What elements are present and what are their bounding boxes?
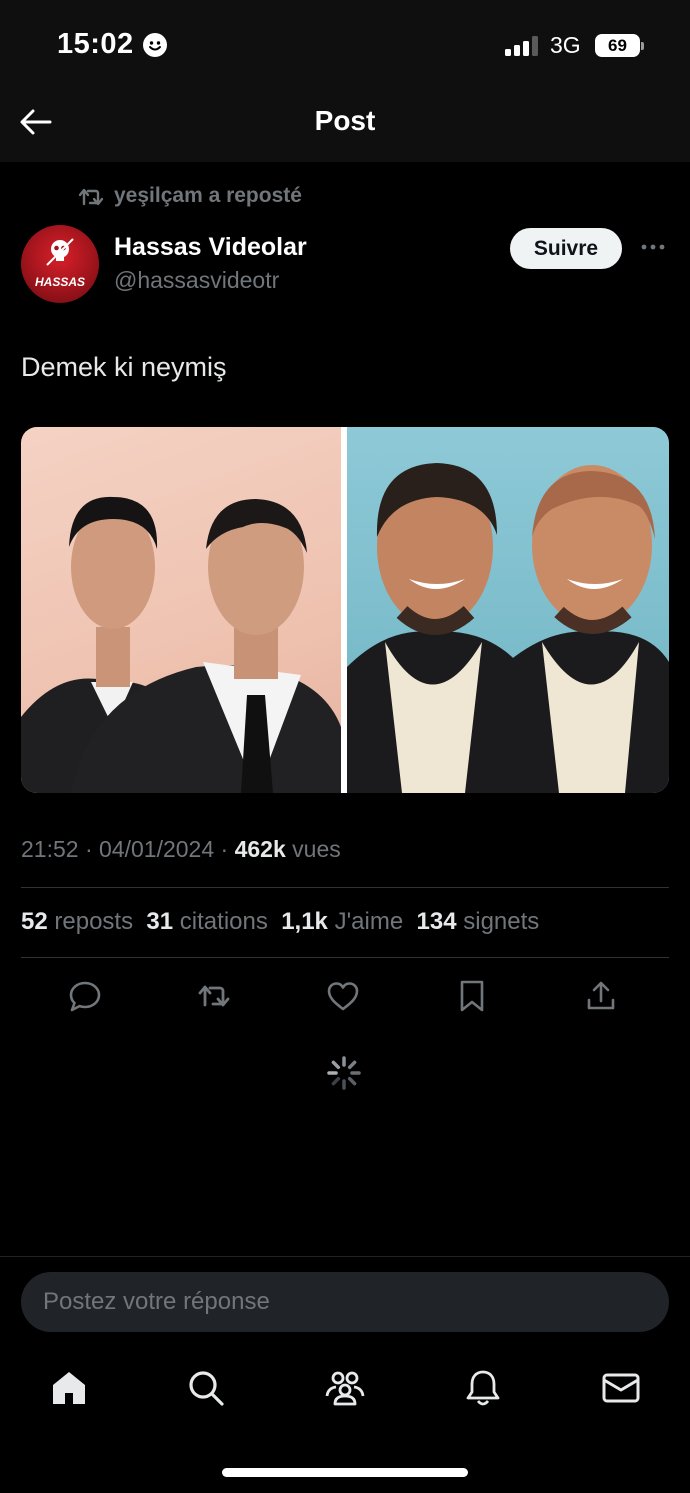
post-date: 04/01/2024 [99,836,215,862]
signal-icon [505,36,538,56]
bookmarks-label: signets [463,908,540,935]
bookmark-icon[interactable] [454,978,490,1014]
smile-icon [143,33,167,57]
mail-icon[interactable] [601,1368,641,1408]
likes-count: 1,1k [281,908,328,935]
bookmarks-stat[interactable]: 134 signets [417,908,540,935]
skull-logo-icon [46,238,74,266]
search-icon[interactable] [186,1368,226,1408]
reply-input[interactable] [21,1272,669,1332]
reply-icon[interactable] [67,978,103,1014]
engagement-stats: 52 reposts 31 citations 1,1k J'aime 134 … [21,908,539,936]
image-panel-left [21,427,341,793]
repost-icon [78,188,104,206]
status-time: 15:02 [57,28,134,60]
divider [21,957,669,958]
follow-button[interactable]: Suivre [510,228,622,269]
divider [21,887,669,888]
author-name[interactable]: Hassas Videolar [114,233,307,262]
image-panel-right [347,427,669,793]
repost-attribution[interactable]: yeşilçam a reposté [114,184,302,208]
home-indicator [222,1468,468,1477]
quotes-stat[interactable]: 31 citations [146,908,267,935]
post-image[interactable] [21,427,669,793]
heart-icon[interactable] [325,978,361,1014]
divider [0,1256,690,1257]
quotes-label: citations [179,908,268,935]
communities-icon[interactable] [325,1368,365,1408]
page-title: Post [314,105,376,136]
share-icon[interactable] [583,978,619,1014]
reposts-label: reposts [54,908,134,935]
retweet-icon[interactable] [196,978,232,1014]
battery-level: 69 [595,34,640,57]
bell-icon[interactable] [463,1368,503,1408]
more-dots-icon[interactable] [640,241,666,253]
views-label: vues [292,836,341,862]
reposts-count: 52 [21,908,48,935]
post-time: 21:52 [21,836,79,862]
likes-label: J'aime [334,908,404,935]
author-handle[interactable]: @hassasvideotr [114,267,279,294]
network-type: 3G [550,32,581,58]
battery-tip [641,42,644,50]
post-text: Demek ki neymiş [21,352,227,382]
quotes-count: 31 [146,908,174,935]
post-meta: 21:52 · 04/01/2024 · 462k vues [21,836,341,862]
avatar-logo-text: HASSAS [34,275,85,289]
likes-stat[interactable]: 1,1k J'aime [281,908,403,935]
bookmarks-count: 134 [416,908,457,935]
home-icon[interactable] [49,1368,89,1408]
avatar[interactable]: HASSAS [21,225,99,303]
spinner-icon [327,1056,361,1090]
reposts-stat[interactable]: 52 reposts [21,908,133,935]
views-count: 462k [234,836,286,862]
